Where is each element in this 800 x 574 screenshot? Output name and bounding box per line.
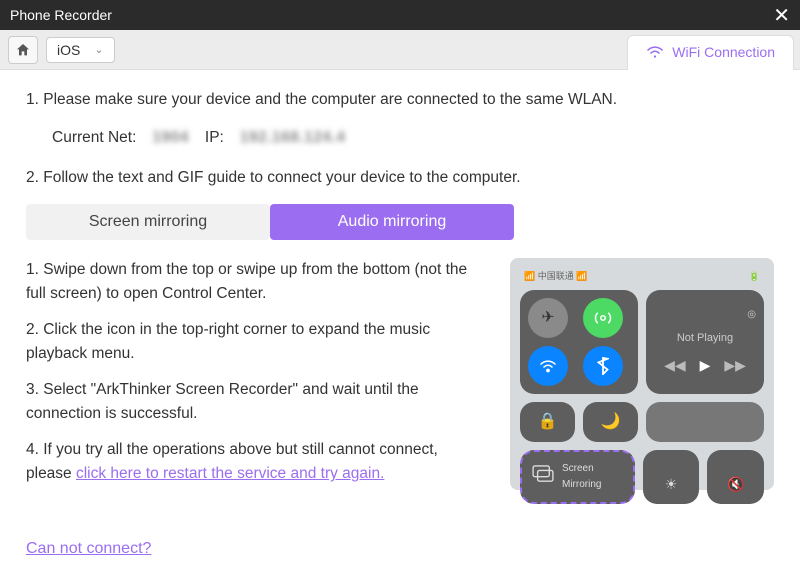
wifi-toggle-icon — [528, 346, 568, 386]
current-net-value: 1904 — [152, 126, 188, 150]
next-icon: ▶▶ — [724, 355, 746, 377]
tab-audio-mirroring[interactable]: Audio mirroring — [270, 204, 514, 240]
connectivity-tile: ✈ — [520, 290, 638, 394]
step1-text: 1. Please make sure your device and the … — [26, 88, 774, 112]
not-playing-label: Not Playing — [677, 330, 733, 347]
cannot-connect-link[interactable]: Can not connect? — [26, 540, 151, 558]
chevron-down-icon: ⌄ — [94, 43, 103, 56]
window-title: Phone Recorder — [10, 7, 112, 23]
instruction-1: 1. Swipe down from the top or swipe up f… — [26, 258, 480, 306]
home-button[interactable] — [8, 36, 38, 64]
platform-dropdown[interactable]: iOS ⌄ — [46, 37, 115, 63]
ip-label: IP: — [205, 126, 224, 150]
screen-mirroring-icon — [532, 465, 554, 489]
screen-mirroring-label: Screen Mirroring — [562, 461, 623, 492]
home-icon — [15, 42, 31, 58]
title-bar: Phone Recorder ✕ — [0, 0, 800, 30]
battery-icon: 🔋 — [749, 270, 760, 284]
blank-tile — [646, 402, 764, 442]
network-info: Current Net: 1904 IP: 192.168.124.4 — [26, 126, 774, 150]
current-net-label: Current Net: — [52, 126, 136, 150]
orientation-lock-icon: 🔒 — [520, 402, 575, 442]
mirroring-tabs: Screen mirroring Audio mirroring — [26, 204, 774, 240]
instruction-4: 4. If you try all the operations above b… — [26, 438, 480, 486]
cellular-icon — [583, 298, 623, 338]
carrier-label: 📶 中国联通 📶 — [524, 270, 587, 284]
play-icon: ▶ — [700, 355, 711, 377]
step2-text: 2. Follow the text and GIF guide to conn… — [26, 166, 774, 190]
tab-screen-mirroring[interactable]: Screen mirroring — [26, 204, 270, 240]
airplay-icon: ◎ — [747, 307, 756, 323]
brightness-slider: ☀ — [643, 450, 700, 504]
wifi-tab-label: WiFi Connection — [672, 44, 775, 60]
instruction-steps: 1. Swipe down from the top or swipe up f… — [26, 258, 480, 498]
bluetooth-icon — [583, 346, 623, 386]
toolbar: iOS ⌄ WiFi Connection — [0, 30, 800, 70]
close-icon[interactable]: ✕ — [773, 3, 790, 28]
instruction-3: 3. Select "ArkThinker Screen Recorder" a… — [26, 378, 480, 426]
instruction-2: 2. Click the icon in the top-right corne… — [26, 318, 480, 366]
ip-value: 192.168.124.4 — [240, 126, 346, 150]
now-playing-tile: ◎ Not Playing ◀◀ ▶ ▶▶ — [646, 290, 764, 394]
main-content: 1. Please make sure your device and the … — [0, 70, 800, 498]
platform-label: iOS — [57, 42, 80, 58]
phone-control-center: 📶 中国联通 📶 🔋 ✈ ◎ Not Playing ◀◀ ▶ ▶▶ — [510, 258, 774, 490]
restart-service-link[interactable]: click here to restart the service and tr… — [76, 465, 384, 482]
phone-status-bar: 📶 中国联通 📶 🔋 — [520, 270, 764, 284]
volume-slider: 🔇 — [707, 450, 764, 504]
airplane-icon: ✈ — [528, 298, 568, 338]
screen-mirroring-tile: Screen Mirroring — [520, 450, 635, 504]
wifi-icon — [646, 45, 664, 59]
prev-icon: ◀◀ — [664, 355, 686, 377]
do-not-disturb-icon: 🌙 — [583, 402, 638, 442]
wifi-connection-tab[interactable]: WiFi Connection — [627, 35, 794, 70]
